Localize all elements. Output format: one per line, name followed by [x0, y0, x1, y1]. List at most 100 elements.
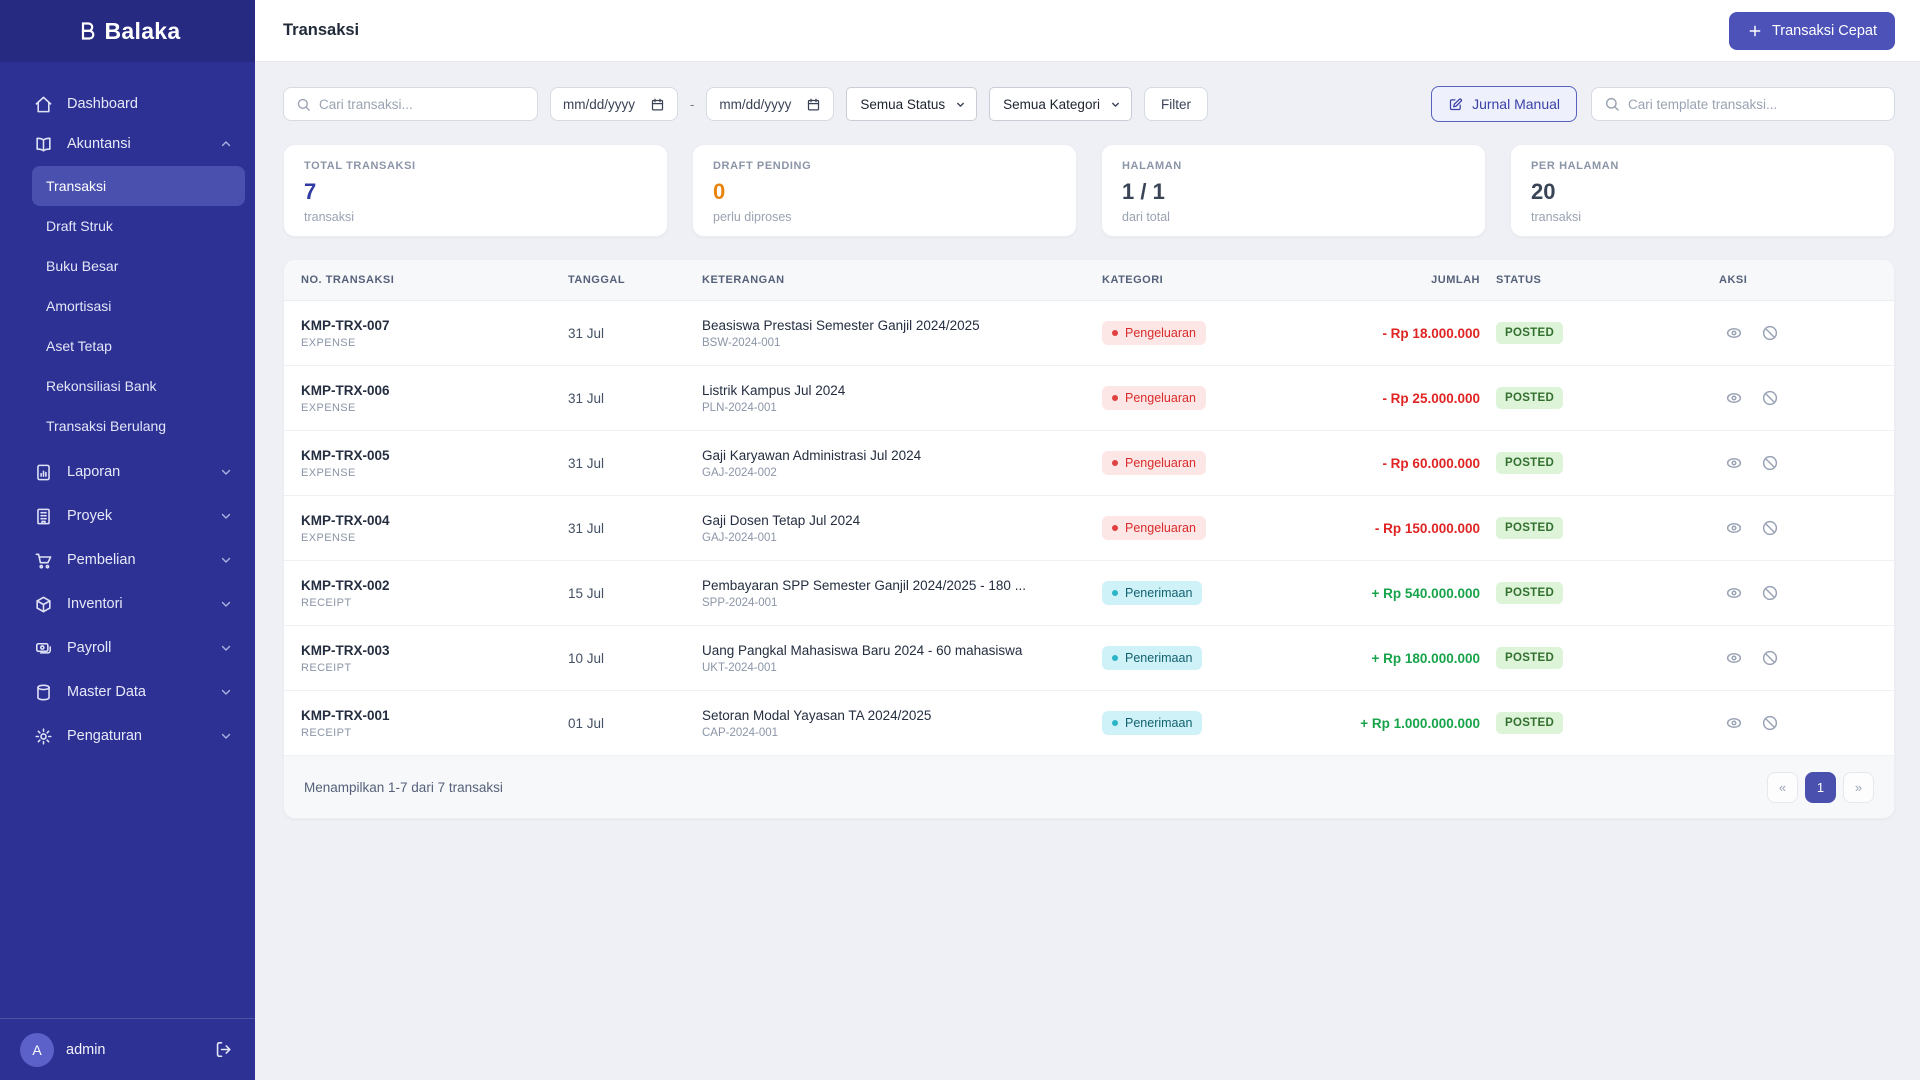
template-search-input[interactable]: [1628, 96, 1882, 112]
table-row[interactable]: KMP-TRX-007 EXPENSE 31 Jul Beasiswa Prest…: [284, 301, 1894, 366]
sidebar-nav: Dashboard Akuntansi Transaksi Draft Stru…: [0, 62, 255, 1018]
void-button[interactable]: [1761, 389, 1779, 407]
chevron-down-icon: [219, 641, 233, 655]
table-row[interactable]: KMP-TRX-003 RECEIPT 10 Jul Uang Pangkal M…: [284, 626, 1894, 691]
void-button[interactable]: [1761, 519, 1779, 537]
table-row[interactable]: KMP-TRX-001 RECEIPT 01 Jul Setoran Modal …: [284, 691, 1894, 756]
sidebar-item-laporan[interactable]: Laporan: [0, 450, 255, 494]
transaction-amount: - Rp 25.000.000: [1382, 390, 1480, 406]
sidebar-item-pengaturan[interactable]: Pengaturan: [0, 714, 255, 758]
category-badge: Pengeluaran: [1102, 386, 1206, 410]
logout-button[interactable]: [214, 1040, 233, 1059]
next-page-button[interactable]: »: [1843, 771, 1874, 803]
sidebar-item-pembelian[interactable]: Pembelian: [0, 538, 255, 582]
chevron-down-icon: [955, 99, 966, 110]
transaction-ref: GAJ-2024-001: [702, 531, 777, 544]
col-kategori: KATEGORI: [1102, 274, 1164, 286]
table-row[interactable]: KMP-TRX-004 EXPENSE 31 Jul Gaji Dosen Tet…: [284, 496, 1894, 561]
view-button[interactable]: [1725, 324, 1743, 342]
transaction-desc: Gaji Karyawan Administrasi Jul 2024: [702, 447, 922, 463]
status-badge: POSTED: [1496, 647, 1564, 669]
sidebar-item-label: Inventori: [67, 596, 123, 612]
banknote-icon: [34, 639, 53, 658]
badge-dot: [1112, 590, 1118, 596]
date-to-input[interactable]: mm/dd/yyyy: [706, 87, 835, 121]
table-row[interactable]: KMP-TRX-005 EXPENSE 31 Jul Gaji Karyawan …: [284, 431, 1894, 496]
category-select[interactable]: Semua Kategori: [989, 87, 1132, 121]
chevron-down-icon: [219, 509, 233, 523]
stat-sub: dari total: [1122, 210, 1170, 224]
jurnal-manual-button[interactable]: Jurnal Manual: [1431, 86, 1577, 122]
prev-page-button[interactable]: «: [1767, 771, 1798, 803]
view-button[interactable]: [1725, 584, 1743, 602]
transaction-desc: Listrik Kampus Jul 2024: [702, 382, 846, 398]
sidebar-item-aset-tetap[interactable]: Aset Tetap: [32, 326, 245, 366]
transaction-date: 10 Jul: [568, 650, 605, 666]
chevron-down-icon: [1110, 99, 1121, 110]
category-badge: Penerimaan: [1102, 581, 1203, 605]
sidebar-item-label: Payroll: [67, 640, 112, 656]
category-label: Pengeluaran: [1125, 326, 1196, 340]
eye-icon: [1725, 714, 1743, 732]
col-aksi: AKSI: [1719, 274, 1748, 286]
calendar-icon[interactable]: [806, 97, 821, 112]
stat-sub: perlu diproses: [713, 210, 792, 224]
chevron-down-icon: [219, 465, 233, 479]
status-select[interactable]: Semua Status: [846, 87, 978, 121]
table-row[interactable]: KMP-TRX-006 EXPENSE 31 Jul Listrik Kampus…: [284, 366, 1894, 431]
plus-icon: [1747, 23, 1763, 39]
stats-row: TOTAL TRANSAKSI 7 transaksi DRAFT PENDIN…: [283, 144, 1895, 237]
brand-name: Balaka: [104, 17, 181, 44]
sidebar-item-proyek[interactable]: Proyek: [0, 494, 255, 538]
stat-value: 1 / 1: [1122, 179, 1165, 204]
sidebar-item-inventori[interactable]: Inventori: [0, 582, 255, 626]
transaction-desc: Gaji Dosen Tetap Jul 2024: [702, 512, 861, 528]
sidebar-item-label: Akuntansi: [67, 136, 131, 152]
void-button[interactable]: [1761, 454, 1779, 472]
transaction-amount: - Rp 150.000.000: [1374, 520, 1480, 536]
date-from-input[interactable]: mm/dd/yyyy: [550, 87, 678, 121]
view-button[interactable]: [1725, 649, 1743, 667]
category-label: Pengeluaran: [1125, 391, 1196, 405]
ban-icon: [1761, 714, 1779, 732]
sidebar-item-draft-struk[interactable]: Draft Struk: [32, 206, 245, 246]
sidebar-item-payroll[interactable]: Payroll: [0, 626, 255, 670]
ban-icon: [1761, 649, 1779, 667]
sidebar-item-transaksi[interactable]: Transaksi: [32, 166, 245, 206]
brand-logo: Balaka: [0, 0, 255, 62]
void-button[interactable]: [1761, 584, 1779, 602]
template-search-box: [1591, 87, 1895, 121]
sidebar-item-label: Proyek: [67, 508, 113, 524]
view-button[interactable]: [1725, 519, 1743, 537]
stat-sub: transaksi: [304, 210, 355, 224]
edit-icon: [1448, 97, 1463, 112]
transaksi-cepat-button[interactable]: Transaksi Cepat: [1728, 11, 1895, 50]
sidebar-item-akuntansi[interactable]: Akuntansi: [0, 124, 255, 164]
home-icon: [34, 95, 53, 114]
sidebar-item-buku-besar[interactable]: Buku Besar: [32, 246, 245, 286]
search-input[interactable]: [319, 96, 525, 112]
stat-value: 0: [713, 179, 726, 204]
void-button[interactable]: [1761, 324, 1779, 342]
sidebar-item-amortisasi[interactable]: Amortisasi: [32, 286, 245, 326]
badge-dot: [1112, 460, 1118, 466]
calendar-icon[interactable]: [650, 97, 665, 112]
sidebar-item-master-data[interactable]: Master Data: [0, 670, 255, 714]
view-button[interactable]: [1725, 389, 1743, 407]
date-to-value: mm/dd/yyyy: [719, 96, 792, 112]
sidebar-item-dashboard[interactable]: Dashboard: [0, 84, 255, 124]
table-row[interactable]: KMP-TRX-002 RECEIPT 15 Jul Pembayaran SPP…: [284, 561, 1894, 626]
sidebar-item-rekonsiliasi-bank[interactable]: Rekonsiliasi Bank: [32, 366, 245, 406]
filter-button[interactable]: Filter: [1143, 87, 1208, 121]
category-badge: Pengeluaran: [1102, 516, 1206, 540]
void-button[interactable]: [1761, 714, 1779, 732]
sidebar-item-transaksi-berulang[interactable]: Transaksi Berulang: [32, 406, 245, 446]
transaction-no: KMP-TRX-004: [301, 512, 390, 528]
view-button[interactable]: [1725, 454, 1743, 472]
void-button[interactable]: [1761, 649, 1779, 667]
page-1-button[interactable]: 1: [1805, 771, 1836, 803]
search-box: [283, 87, 538, 121]
transaction-ref: UKT-2024-001: [702, 661, 777, 674]
view-button[interactable]: [1725, 714, 1743, 732]
building-icon: [34, 507, 53, 526]
